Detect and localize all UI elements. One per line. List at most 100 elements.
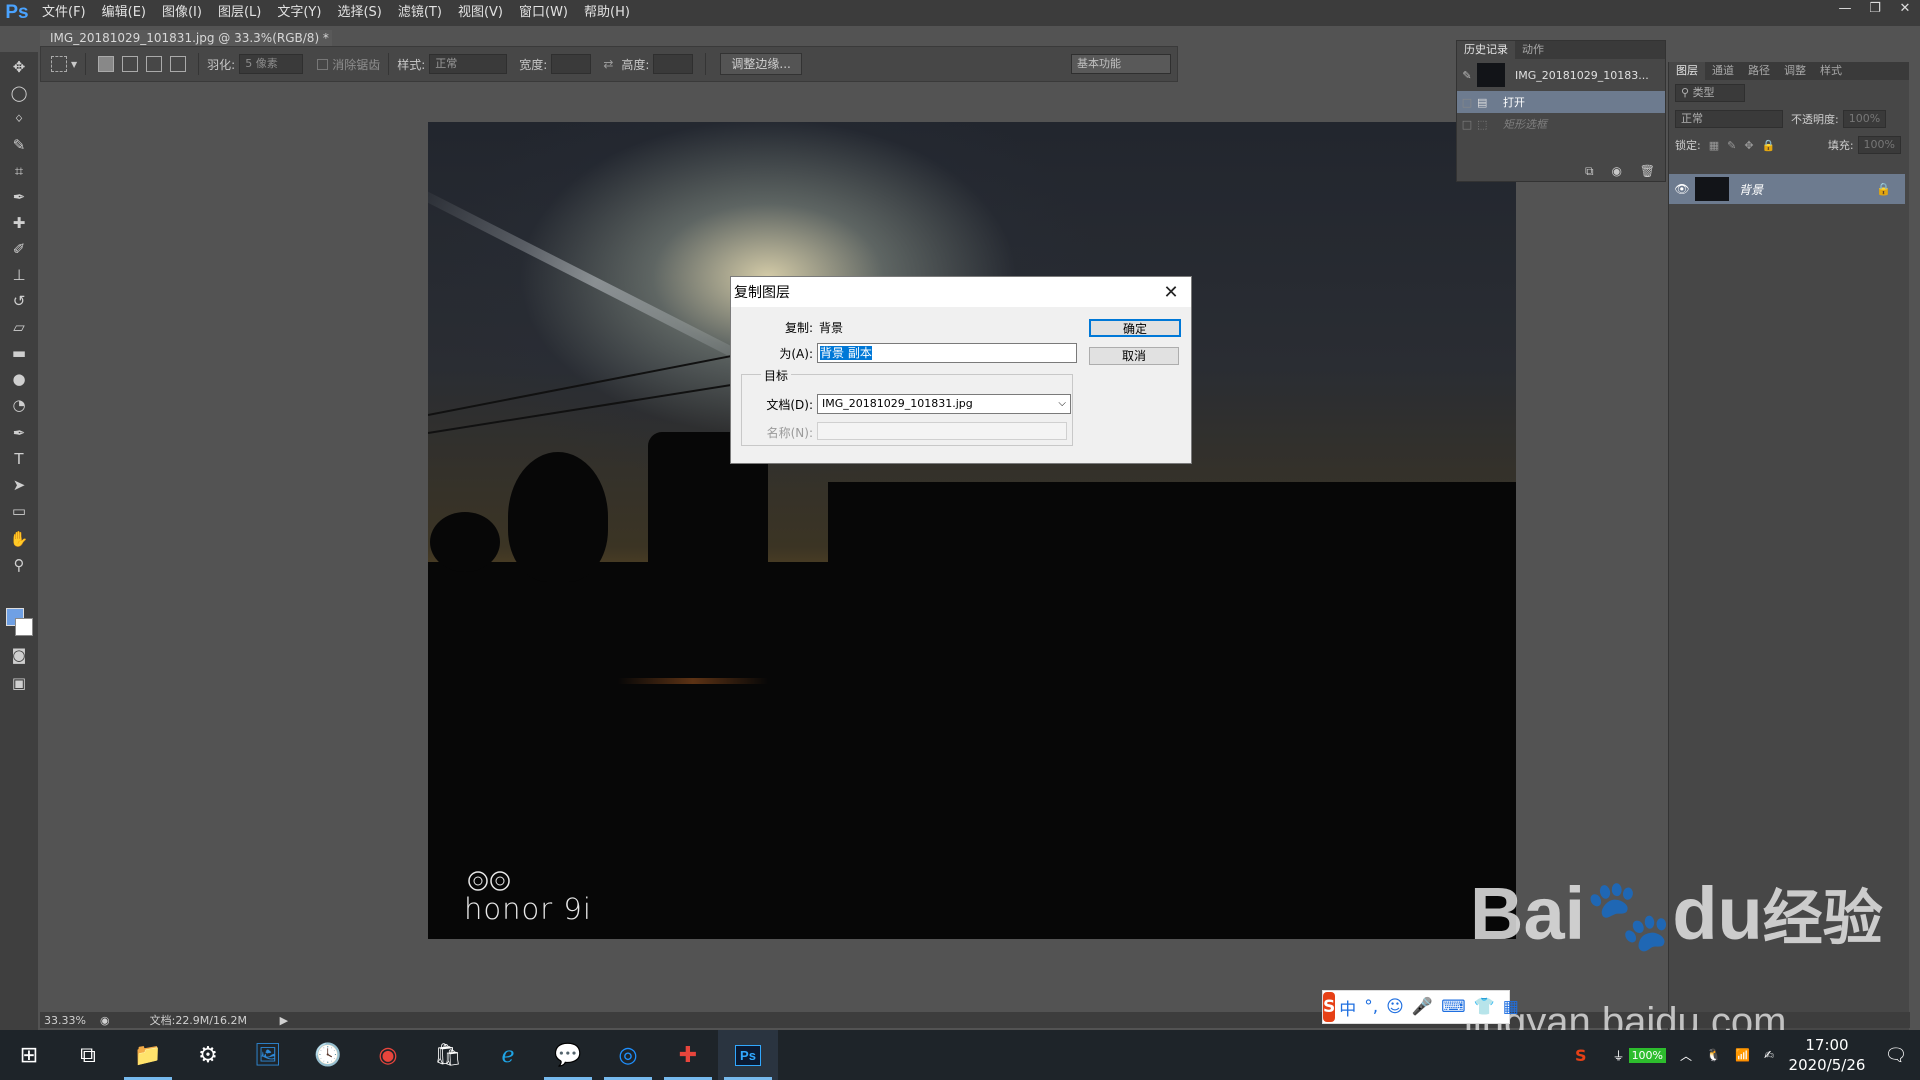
opacity-input[interactable]: 100% [1842,110,1887,128]
gradient-tool-icon[interactable]: ▬ [8,342,30,364]
emoji-icon[interactable]: ☺ [1386,997,1404,1017]
layer-row-background[interactable]: 👁 背景 🔒 [1669,174,1905,204]
wechat-icon[interactable]: 💬 [538,1030,598,1080]
sogou-tray-icon[interactable]: S [1575,1046,1587,1065]
minimize-button[interactable]: — [1830,0,1860,18]
skin-icon[interactable]: 👕 [1474,997,1495,1017]
settings-icon[interactable]: ⚙ [178,1030,238,1080]
lock-transparent-icon[interactable]: ▦ [1709,139,1719,152]
intersect-selection-icon[interactable] [170,56,187,72]
hand-tool-icon[interactable]: ✋ [8,528,30,550]
crop-tool-icon[interactable]: ⌗ [8,160,30,182]
clock-app-icon[interactable]: 🕓 [298,1030,358,1080]
menu-filter[interactable]: 滤镜(T) [390,0,450,26]
internet-explorer-icon[interactable]: ℯ [478,1030,538,1080]
lock-all-icon[interactable]: 🔒 [1762,139,1776,152]
pen-tool-icon[interactable]: ✒ [8,422,30,444]
document-tab[interactable]: IMG_20181029_101831.jpg @ 33.3%(RGB/8) *… [40,30,332,61]
status-info-icon[interactable]: ◉ [100,1014,110,1027]
width-input[interactable] [551,54,592,74]
keyboard-icon[interactable]: ⌨ [1441,997,1466,1017]
add-to-selection-icon[interactable] [122,56,139,72]
tab-paths[interactable]: 路径 [1741,62,1777,80]
history-brush-source-icon[interactable]: ✎ [1457,69,1477,82]
zoom-level[interactable]: 33.33% [40,1014,100,1027]
dialog-title-bar[interactable]: 复制图层 ✕ [731,277,1191,307]
qq-browser-icon[interactable]: ◎ [598,1030,658,1080]
dodge-tool-icon[interactable]: ◔ [8,394,30,416]
punctuation-icon[interactable]: °, [1364,997,1378,1017]
task-view-icon[interactable]: ⧉ [58,1030,118,1080]
tab-styles[interactable]: 样式 [1813,62,1849,80]
move-tool-icon[interactable]: ✥ [8,56,30,78]
tab-actions[interactable]: 动作 [1515,41,1551,59]
layer-kind-filter[interactable]: ⚲ 类型 [1675,84,1745,102]
menu-help[interactable]: 帮助(H) [576,0,638,26]
toolbox-icon[interactable]: ▦ [1503,997,1519,1017]
history-item-marquee[interactable]: □ ⬚ 矩形选框 [1457,113,1665,135]
history-checkbox[interactable]: □ [1457,96,1477,109]
tab-layers[interactable]: 图层 [1669,62,1705,80]
marquee-tool-icon[interactable] [51,56,67,72]
sogou-ime-logo[interactable]: S [1323,992,1336,1022]
color-app-icon[interactable]: ✚ [658,1030,718,1080]
eraser-tool-icon[interactable]: ▱ [8,316,30,338]
notifications-icon[interactable]: 🗨 [1872,1045,1920,1066]
zoom-tool-icon[interactable]: ⚲ [8,554,30,576]
restore-button[interactable]: ❐ [1860,0,1890,18]
new-snapshot-icon[interactable]: ◉ [1611,164,1621,178]
quick-select-tool-icon[interactable]: ✎ [8,134,30,156]
menu-view[interactable]: 视图(V) [450,0,511,26]
history-brush-tool-icon[interactable]: ↺ [8,290,30,312]
photoshop-taskbar-icon[interactable]: Ps [718,1030,778,1080]
fill-input[interactable]: 100% [1857,136,1901,154]
qq-tray-icon[interactable]: 🐧 [1706,1048,1721,1062]
new-document-from-state-icon[interactable]: ⧉ [1585,164,1594,178]
history-checkbox[interactable]: □ [1457,118,1477,131]
menu-file[interactable]: 文件(F) [34,0,94,26]
rectangle-tool-icon[interactable]: ▭ [8,500,30,522]
cancel-button[interactable]: 取消 [1089,347,1179,365]
microphone-icon[interactable]: 🎤 [1412,997,1433,1017]
blend-mode-select[interactable]: 正常 [1675,110,1783,128]
clock[interactable]: 17:00 2020/5/26 [1782,1035,1872,1075]
menu-select[interactable]: 选择(S) [329,0,389,26]
subtract-from-selection-icon[interactable] [146,56,163,72]
new-selection-icon[interactable] [98,56,115,72]
tab-adjustments[interactable]: 调整 [1777,62,1813,80]
delete-state-icon[interactable]: 🗑 [1640,164,1655,178]
screen-mode-icon[interactable]: ▣ [8,672,30,694]
image-canvas[interactable]: honor 9i [428,122,1516,939]
wifi-icon[interactable]: 📶 [1735,1048,1750,1062]
layer-name-input[interactable]: 背景 副本 [817,343,1077,363]
tab-channels[interactable]: 通道 [1705,62,1741,80]
antialias-checkbox[interactable] [317,58,329,70]
status-menu-arrow-icon[interactable]: ▶ [280,1014,288,1027]
background-color-swatch[interactable] [15,618,33,636]
type-tool-icon[interactable]: T [8,448,30,470]
lasso-tool-icon[interactable]: ᛜ [8,108,30,130]
history-item-open[interactable]: □ ▤ 打开 [1457,91,1665,113]
refine-edge-button[interactable]: 调整边缘... [720,53,802,75]
chrome-icon[interactable]: ◉ [358,1030,418,1080]
close-button[interactable]: ✕ [1890,0,1920,18]
store-icon[interactable]: 🛍 [418,1030,478,1080]
style-select[interactable]: 正常 [429,54,508,74]
menu-edit[interactable]: 编辑(E) [94,0,154,26]
lock-position-icon[interactable]: ✥ [1744,139,1753,152]
pen-icon[interactable]: ✍ [1764,1048,1774,1062]
workspace-select[interactable]: 基本功能 [1071,54,1171,74]
start-button[interactable]: ⊞ [0,1030,58,1080]
menu-layer[interactable]: 图层(L) [210,0,269,26]
ok-button[interactable]: 确定 [1089,319,1181,337]
chevron-up-icon[interactable]: ︿ [1680,1047,1692,1064]
menu-type[interactable]: 文字(Y) [269,0,329,26]
menu-image[interactable]: 图像(I) [154,0,210,26]
tool-preset-dropdown-icon[interactable]: ▼ [71,60,77,69]
ime-mode-toggle[interactable]: 中 [1339,995,1356,1020]
path-selection-tool-icon[interactable]: ➤ [8,474,30,496]
swap-dimensions-icon[interactable]: ⇄ [603,57,613,71]
clone-stamp-tool-icon[interactable]: ⊥ [8,264,30,286]
layer-visibility-eye-icon[interactable]: 👁 [1669,182,1695,196]
document-select[interactable]: IMG_20181029_101831.jpg ⌵ [817,394,1071,414]
